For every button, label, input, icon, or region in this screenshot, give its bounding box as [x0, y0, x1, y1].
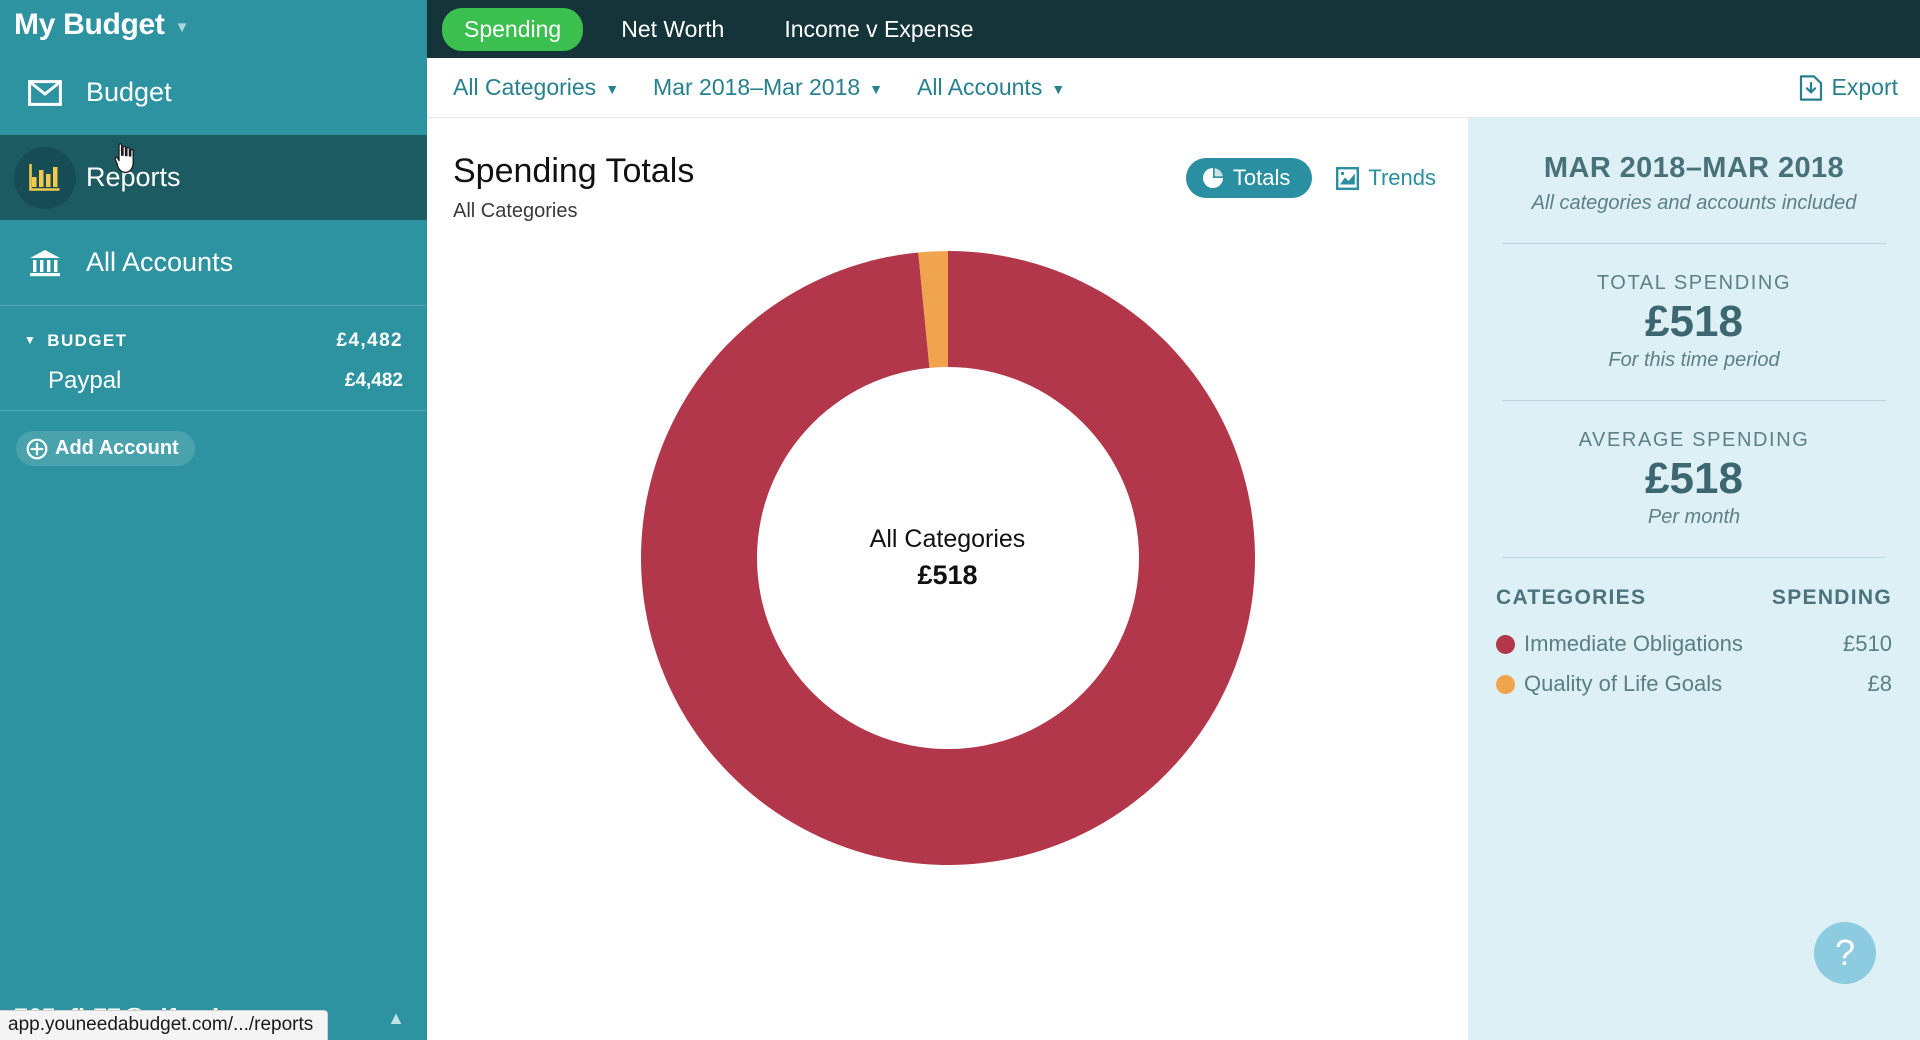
tab-income-v-expense[interactable]: Income v Expense	[762, 8, 995, 51]
sidebar-item-budget[interactable]: Budget	[0, 50, 427, 135]
column-header-spending: SPENDING	[1771, 586, 1892, 610]
main-area: Spending Net Worth Income v Expense All …	[114, 0, 1920, 1040]
account-balance: £4,482	[344, 370, 403, 391]
donut-chart: All Categories £518	[427, 248, 1468, 1040]
category-color-dot	[1496, 634, 1515, 654]
summary-divider-3	[1502, 557, 1886, 559]
stat-value: £518	[1645, 454, 1743, 504]
table-row[interactable]: Quality of Life Goals £8	[1496, 664, 1892, 704]
report-content: Spending Totals All Categories Totals Tr…	[427, 118, 1920, 1040]
bank-icon	[14, 232, 76, 294]
filter-categories-label: All Categories	[453, 74, 597, 100]
add-account-button[interactable]: Add Account	[16, 431, 195, 466]
export-label: Export	[1831, 74, 1898, 100]
stat-note: For this time period	[1608, 349, 1780, 372]
app-window: My Budget ▼ Budget Reports All Accounts …	[0, 0, 1920, 1040]
stat-average-spending: AVERAGE SPENDING £518 Per month	[1496, 429, 1892, 529]
sidebar-item-label: Reports	[86, 162, 181, 192]
add-account-container: Add Account	[0, 411, 427, 466]
chevron-down-icon: ▼	[1051, 80, 1066, 97]
budget-switcher[interactable]: My Budget ▼	[0, 0, 427, 50]
bar-chart-icon	[14, 146, 76, 209]
category-table: CATEGORIES SPENDING Immediate Obligation…	[1496, 586, 1892, 704]
tab-net-worth[interactable]: Net Worth	[599, 8, 746, 51]
view-toggle-group: Totals Trends	[1185, 158, 1442, 198]
toggle-totals-label: Totals	[1232, 165, 1291, 190]
filter-categories[interactable]: All Categories ▼	[453, 74, 619, 101]
summary-divider-2	[1502, 400, 1886, 402]
help-button[interactable]: ?	[1814, 922, 1876, 984]
status-bar-url: app.youneedabudget.com/.../reports	[0, 1010, 329, 1040]
filter-accounts[interactable]: All Accounts ▼	[917, 74, 1065, 101]
account-group-total: £4,482	[336, 330, 403, 351]
filter-accounts-label: All Accounts	[917, 74, 1043, 100]
page-subtitle: All Categories	[453, 200, 578, 223]
table-row[interactable]: Immediate Obligations £510	[1496, 624, 1892, 664]
tab-spending[interactable]: Spending	[442, 7, 584, 51]
chevron-down-icon: ▼	[174, 18, 190, 36]
account-row-paypal[interactable]: Paypal £4,482	[24, 360, 403, 402]
stat-label: TOTAL SPENDING	[1596, 272, 1792, 294]
filter-date-range-label: Mar 2018–Mar 2018	[653, 74, 861, 100]
sidebar-item-all-accounts[interactable]: All Accounts	[0, 220, 427, 305]
chevron-down-icon: ▼	[24, 333, 38, 347]
pie-chart-icon	[1202, 167, 1224, 189]
donut-hole	[756, 367, 1139, 749]
chart-pane: Spending Totals All Categories Totals Tr…	[427, 118, 1468, 1040]
plus-circle-icon	[26, 438, 48, 460]
category-table-header: CATEGORIES SPENDING	[1496, 586, 1892, 624]
category-amount: £8	[1867, 671, 1892, 697]
category-name: Immediate Obligations	[1524, 631, 1743, 657]
report-tabs: Spending Net Worth Income v Expense	[427, 0, 1920, 58]
sidebar-item-label: All Accounts	[86, 247, 234, 277]
column-header-categories: CATEGORIES	[1496, 586, 1647, 610]
stat-label: AVERAGE SPENDING	[1578, 429, 1810, 452]
chevron-down-icon: ▼	[605, 80, 620, 97]
toggle-trends-label: Trends	[1368, 165, 1436, 190]
filter-date-range[interactable]: Mar 2018–Mar 2018 ▼	[653, 74, 883, 101]
stat-value: £518	[1645, 297, 1743, 346]
toggle-trends[interactable]: Trends	[1330, 158, 1442, 198]
account-group: ▼ BUDGET £4,482 Paypal £4,482	[0, 306, 427, 410]
area-chart-icon	[1336, 166, 1360, 190]
page-title: Spending Totals	[453, 152, 695, 190]
summary-panel: MAR 2018–MAR 2018 All categories and acc…	[1468, 118, 1920, 1040]
category-color-dot	[1496, 674, 1515, 694]
stat-total-spending: TOTAL SPENDING £518 For this time period	[1496, 272, 1892, 372]
account-group-label: BUDGET	[47, 331, 128, 350]
chart-header: Spending Totals All Categories Totals Tr…	[453, 152, 1442, 223]
chart-heading-group: Spending Totals All Categories	[453, 152, 694, 223]
chevron-down-icon: ▼	[869, 80, 884, 97]
summary-period-title: MAR 2018–MAR 2018	[1543, 152, 1845, 184]
brand-title: My Budget	[14, 8, 165, 41]
export-download-icon	[1799, 74, 1823, 101]
category-amount: £510	[1843, 631, 1892, 657]
category-name: Quality of Life Goals	[1524, 671, 1723, 697]
filter-bar: All Categories ▼ Mar 2018–Mar 2018 ▼ All…	[427, 58, 1920, 118]
stat-note: Per month	[1647, 506, 1741, 529]
donut-chart-svg[interactable]	[638, 248, 1258, 868]
sidebar: My Budget ▼ Budget Reports All Accounts …	[0, 0, 427, 1040]
sidebar-item-label: Budget	[86, 77, 172, 107]
envelope-icon	[14, 62, 76, 124]
chevron-up-icon: ▲	[387, 1007, 405, 1028]
summary-divider-1	[1502, 243, 1886, 244]
export-button[interactable]: Export	[1799, 74, 1898, 101]
toggle-totals[interactable]: Totals	[1185, 158, 1313, 198]
account-group-header[interactable]: ▼ BUDGET £4,482	[24, 322, 403, 360]
account-name: Paypal	[48, 367, 122, 394]
sidebar-item-reports[interactable]: Reports	[0, 135, 427, 220]
add-account-label: Add Account	[55, 437, 179, 459]
summary-period-subtitle: All categories and accounts included	[1531, 192, 1857, 214]
